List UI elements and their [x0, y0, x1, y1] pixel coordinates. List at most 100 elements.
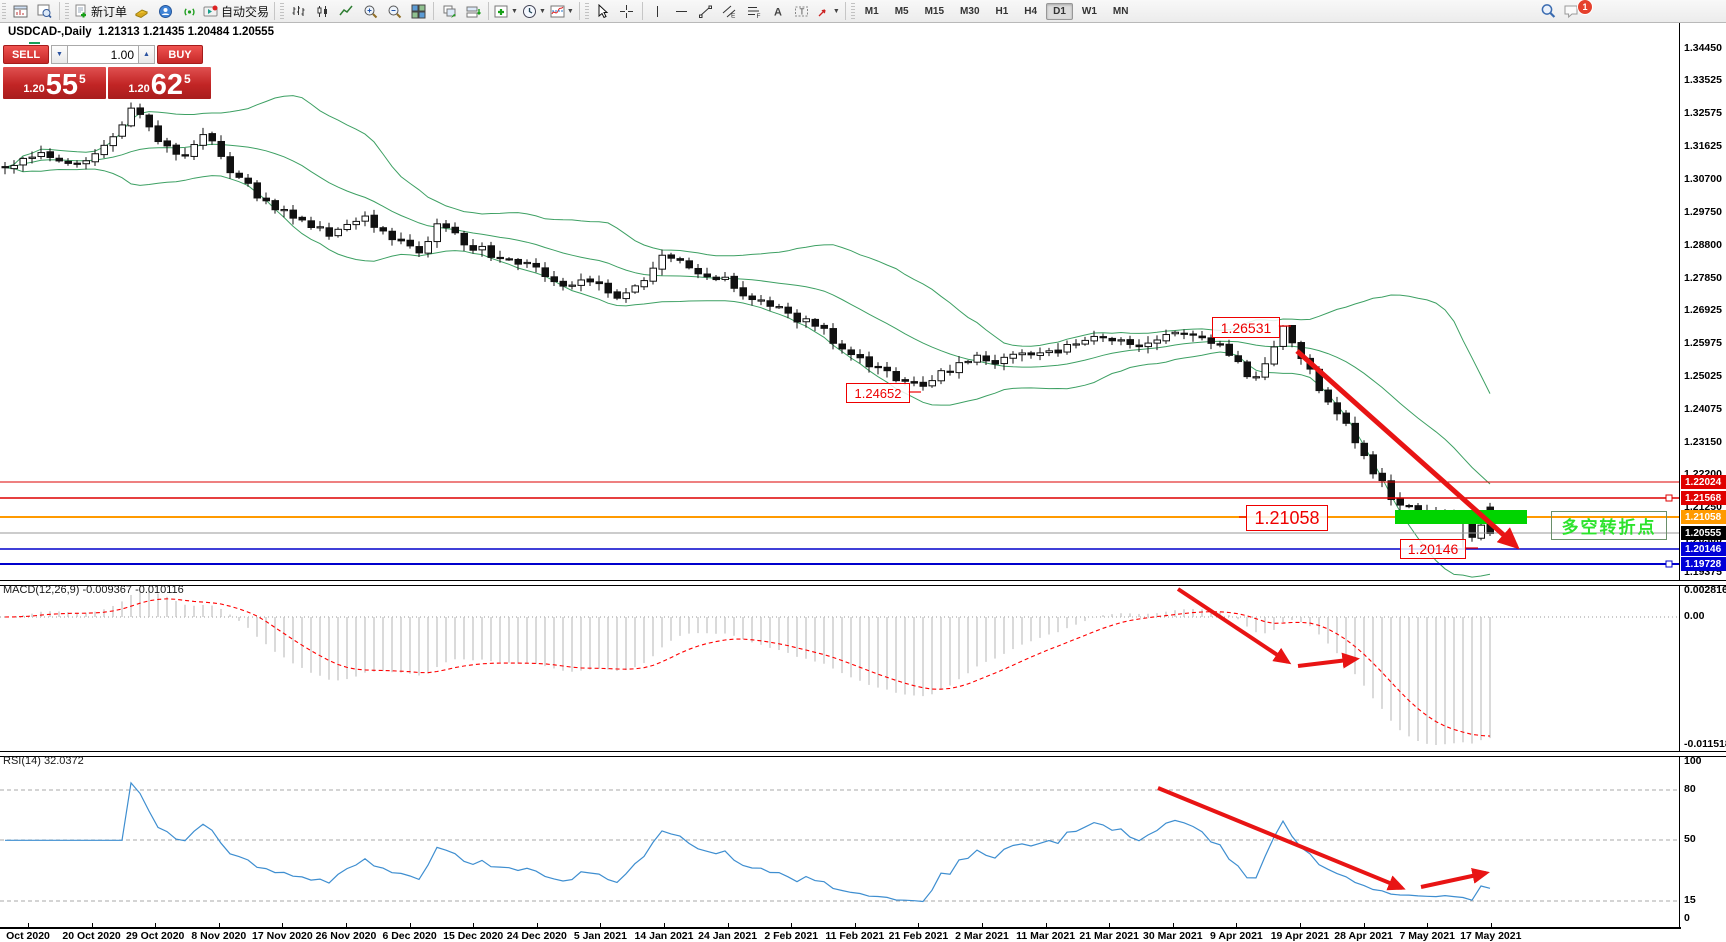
timeframe-m1[interactable]: M1 — [858, 3, 886, 20]
indicators-icon — [550, 4, 565, 19]
sell-price-big: 55 — [46, 72, 78, 98]
rsi-axis-label: 50 — [1684, 833, 1696, 845]
profiles-icon[interactable] — [153, 1, 177, 21]
chart-canvas[interactable] — [0, 0, 1726, 942]
date-axis-label: 21 Feb 2021 — [889, 930, 949, 942]
timeframe-m30[interactable]: M30 — [953, 3, 986, 20]
date-axis-label: 24 Jan 2021 — [698, 930, 757, 942]
buy-quote[interactable]: 1.20 62 5 — [108, 67, 211, 99]
pane-separator-rsi[interactable] — [0, 751, 1726, 757]
chart-window-icon[interactable] — [8, 1, 32, 21]
price-badge: 1.19728 — [1681, 557, 1726, 571]
toolbar-grip[interactable] — [280, 3, 284, 19]
timeframe-m5[interactable]: M5 — [888, 3, 916, 20]
timeframe-h1[interactable]: H1 — [989, 3, 1016, 20]
search-icon[interactable] — [1536, 1, 1560, 21]
date-axis-label: 2 Mar 2021 — [955, 930, 1009, 942]
clock-icon — [522, 4, 537, 19]
timeframe-h4[interactable]: H4 — [1017, 3, 1044, 20]
bar-chart-icon[interactable] — [286, 1, 310, 21]
pane-separator-macd[interactable] — [0, 580, 1726, 586]
channel-tool-icon[interactable]: E — [718, 1, 742, 21]
price-axis-label: 1.32575 — [1684, 107, 1722, 119]
date-axis-tick — [1300, 923, 1301, 927]
tile-windows-icon[interactable] — [406, 1, 430, 21]
cursor-icon[interactable] — [591, 1, 615, 21]
data-window-icon[interactable] — [32, 1, 56, 21]
price-badge: 1.20555 — [1681, 526, 1726, 540]
toolbar-separator — [274, 2, 275, 20]
main-toolbar: 新订单 自动交易 ▼ ▼ ▼ E F A T ▼ — [0, 0, 1726, 23]
trendline-tool-icon[interactable] — [694, 1, 718, 21]
date-axis-label: 21 Mar 2021 — [1079, 930, 1139, 942]
sell-button[interactable]: SELL — [3, 45, 49, 64]
ohlc-values: 1.21313 1.21435 1.20484 1.20555 — [98, 26, 274, 38]
timeframe-w1[interactable]: W1 — [1075, 3, 1104, 20]
new-order-icon — [73, 4, 88, 19]
svg-text:F: F — [757, 13, 761, 19]
date-axis-label: 29 Oct 2020 — [126, 930, 184, 942]
date-axis-tick — [918, 923, 919, 927]
rsi-axis-label: 15 — [1684, 894, 1696, 906]
cascade-windows-icon[interactable] — [437, 1, 461, 21]
market-watch-icon[interactable] — [129, 1, 153, 21]
date-axis-tick — [92, 923, 93, 927]
volume-decrease-button[interactable]: ▼ — [51, 45, 68, 64]
price-badge: 1.21568 — [1681, 491, 1726, 505]
notifications-chat-icon[interactable]: 1 — [1560, 1, 1584, 21]
label-tool-icon[interactable]: T — [790, 1, 814, 21]
price-axis-label: 1.31625 — [1684, 140, 1722, 152]
new-chart-button[interactable]: ▼ — [492, 1, 520, 21]
price-axis-label: 1.26925 — [1684, 304, 1722, 316]
toolbar-grip[interactable] — [65, 3, 69, 19]
new-order-button[interactable]: 新订单 — [71, 1, 129, 21]
date-axis-label: 8 Nov 2020 — [191, 930, 246, 942]
sell-quote[interactable]: 1.20 55 5 — [3, 67, 106, 99]
toolbar-grip[interactable] — [585, 3, 589, 19]
timeframe-bar: M1M5M15M30H1H4D1W1MN — [857, 3, 1137, 20]
line-chart-icon[interactable] — [334, 1, 358, 21]
new-order-label: 新订单 — [91, 3, 127, 20]
signal-icon[interactable] — [177, 1, 201, 21]
buy-price-prefix: 1.20 — [128, 83, 149, 95]
price-annotation-label: 1.20146 — [1400, 539, 1466, 559]
horizontal-line-tool-icon[interactable] — [670, 1, 694, 21]
svg-text:T: T — [800, 7, 805, 16]
date-axis-label: 7 May 2021 — [1399, 930, 1454, 942]
annotation-note-box: 多空转折点 — [1551, 511, 1667, 540]
date-axis-label: 9 Apr 2021 — [1210, 930, 1263, 942]
date-axis-tick — [282, 923, 283, 927]
volume-increase-button[interactable]: ▲ — [138, 45, 155, 64]
one-click-trading-panel: SELL ▼ ▲ BUY 1.20 55 5 1.20 62 5 — [3, 45, 211, 99]
zoom-in-icon[interactable] — [358, 1, 382, 21]
timeframe-mn[interactable]: MN — [1106, 3, 1136, 20]
period-button[interactable]: ▼ — [520, 1, 548, 21]
rsi-indicator-label: RSI(14) 32.0372 — [3, 755, 84, 767]
autotrade-button[interactable]: 自动交易 — [201, 1, 271, 21]
buy-button[interactable]: BUY — [157, 45, 203, 64]
shapes-tool-button[interactable]: ▼ — [814, 1, 842, 21]
toolbar-grip[interactable] — [2, 3, 6, 19]
text-tool-icon[interactable]: A — [766, 1, 790, 21]
candlestick-chart-icon[interactable] — [310, 1, 334, 21]
volume-input[interactable] — [68, 45, 138, 64]
fibonacci-tool-icon[interactable]: F — [742, 1, 766, 21]
date-axis-label: 15 Dec 2020 — [443, 930, 503, 942]
symbol-name: USDCAD-,Daily — [8, 26, 92, 38]
arrange-windows-icon[interactable] — [461, 1, 485, 21]
date-axis-label: 28 Apr 2021 — [1334, 930, 1393, 942]
price-axis-label: 1.25975 — [1684, 337, 1722, 349]
toolbar-separator — [59, 2, 60, 20]
date-axis-tick — [982, 923, 983, 927]
timeframe-d1[interactable]: D1 — [1046, 3, 1073, 20]
date-axis-tick — [728, 923, 729, 927]
toolbar-grip[interactable] — [851, 3, 855, 19]
timeframe-m15[interactable]: M15 — [918, 3, 951, 20]
sell-price-pip: 5 — [79, 72, 86, 86]
crosshair-icon[interactable] — [615, 1, 639, 21]
indicators-button[interactable]: ▼ — [548, 1, 576, 21]
zoom-out-icon[interactable] — [382, 1, 406, 21]
price-annotation-label: 1.26531 — [1212, 317, 1280, 338]
vertical-line-tool-icon[interactable] — [646, 1, 670, 21]
date-axis-tick — [1236, 923, 1237, 927]
